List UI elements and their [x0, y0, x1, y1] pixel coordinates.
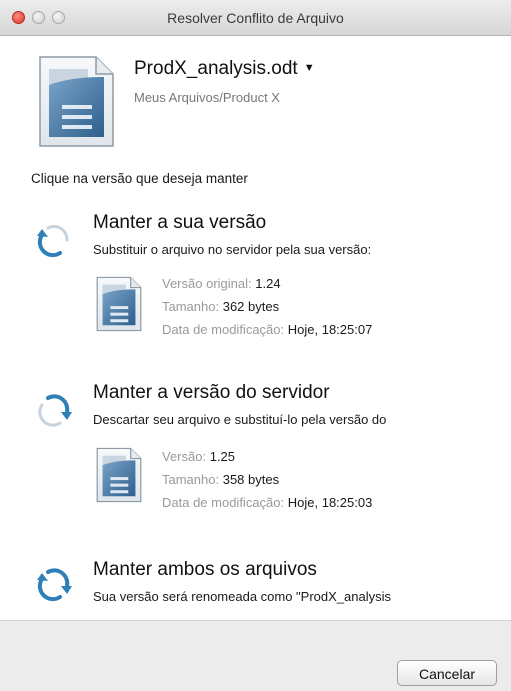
- file-path: Meus Arquivos/Product X: [134, 90, 280, 105]
- file-menu-caret-icon[interactable]: ▼: [304, 62, 315, 74]
- cancel-button[interactable]: Cancelar: [397, 660, 497, 686]
- option-keep-server-title: Manter a versão do servidor: [93, 382, 330, 403]
- meta-value: Hoje, 18:25:07: [287, 322, 373, 337]
- meta-value: 1.25: [209, 449, 236, 464]
- meta-value: 358 bytes: [222, 472, 280, 487]
- document-icon: [96, 276, 142, 332]
- option-keep-local-description: Substituir o arquivo no servidor pela su…: [93, 242, 372, 257]
- document-icon: [96, 447, 142, 503]
- meta-label: Tamanho:: [162, 299, 220, 314]
- window-title: Resolver Conflito de Arquivo: [167, 10, 344, 26]
- option-keep-server-meta: Versão: 1.25 Tamanho: 358 bytes Data de …: [162, 445, 372, 514]
- option-keep-both-title: Manter ambos os arquivos: [93, 559, 317, 580]
- title-bar: Resolver Conflito de Arquivo: [0, 0, 511, 36]
- instruction-text: Clique na versão que deseja manter: [31, 171, 248, 186]
- option-keep-both-description: Sua versão será renomeada como "ProdX_an…: [93, 589, 391, 604]
- file-name[interactable]: ProdX_analysis.odt ▼: [134, 58, 315, 80]
- sync-both-icon: [37, 568, 72, 602]
- meta-label: Tamanho:: [162, 472, 220, 487]
- sync-local-icon: [37, 225, 69, 258]
- meta-label: Versão:: [162, 449, 207, 464]
- meta-value: 362 bytes: [222, 299, 280, 314]
- meta-value: 1.24: [255, 276, 281, 291]
- document-icon: [39, 56, 114, 147]
- file-name-label: ProdX_analysis.odt: [134, 58, 298, 79]
- meta-label: Versão original:: [162, 276, 252, 291]
- option-keep-local-meta: Versão original: 1.24 Tamanho: 362 bytes…: [162, 272, 372, 341]
- meta-value: Hoje, 18:25:03: [287, 495, 373, 510]
- meta-label: Data de modificação:: [162, 495, 285, 510]
- option-keep-server-description: Descartar seu arquivo e substituí-lo pel…: [93, 412, 387, 427]
- meta-label: Data de modificação:: [162, 322, 285, 337]
- option-keep-local-title: Manter a sua versão: [93, 212, 267, 233]
- sync-server-icon: [38, 394, 72, 427]
